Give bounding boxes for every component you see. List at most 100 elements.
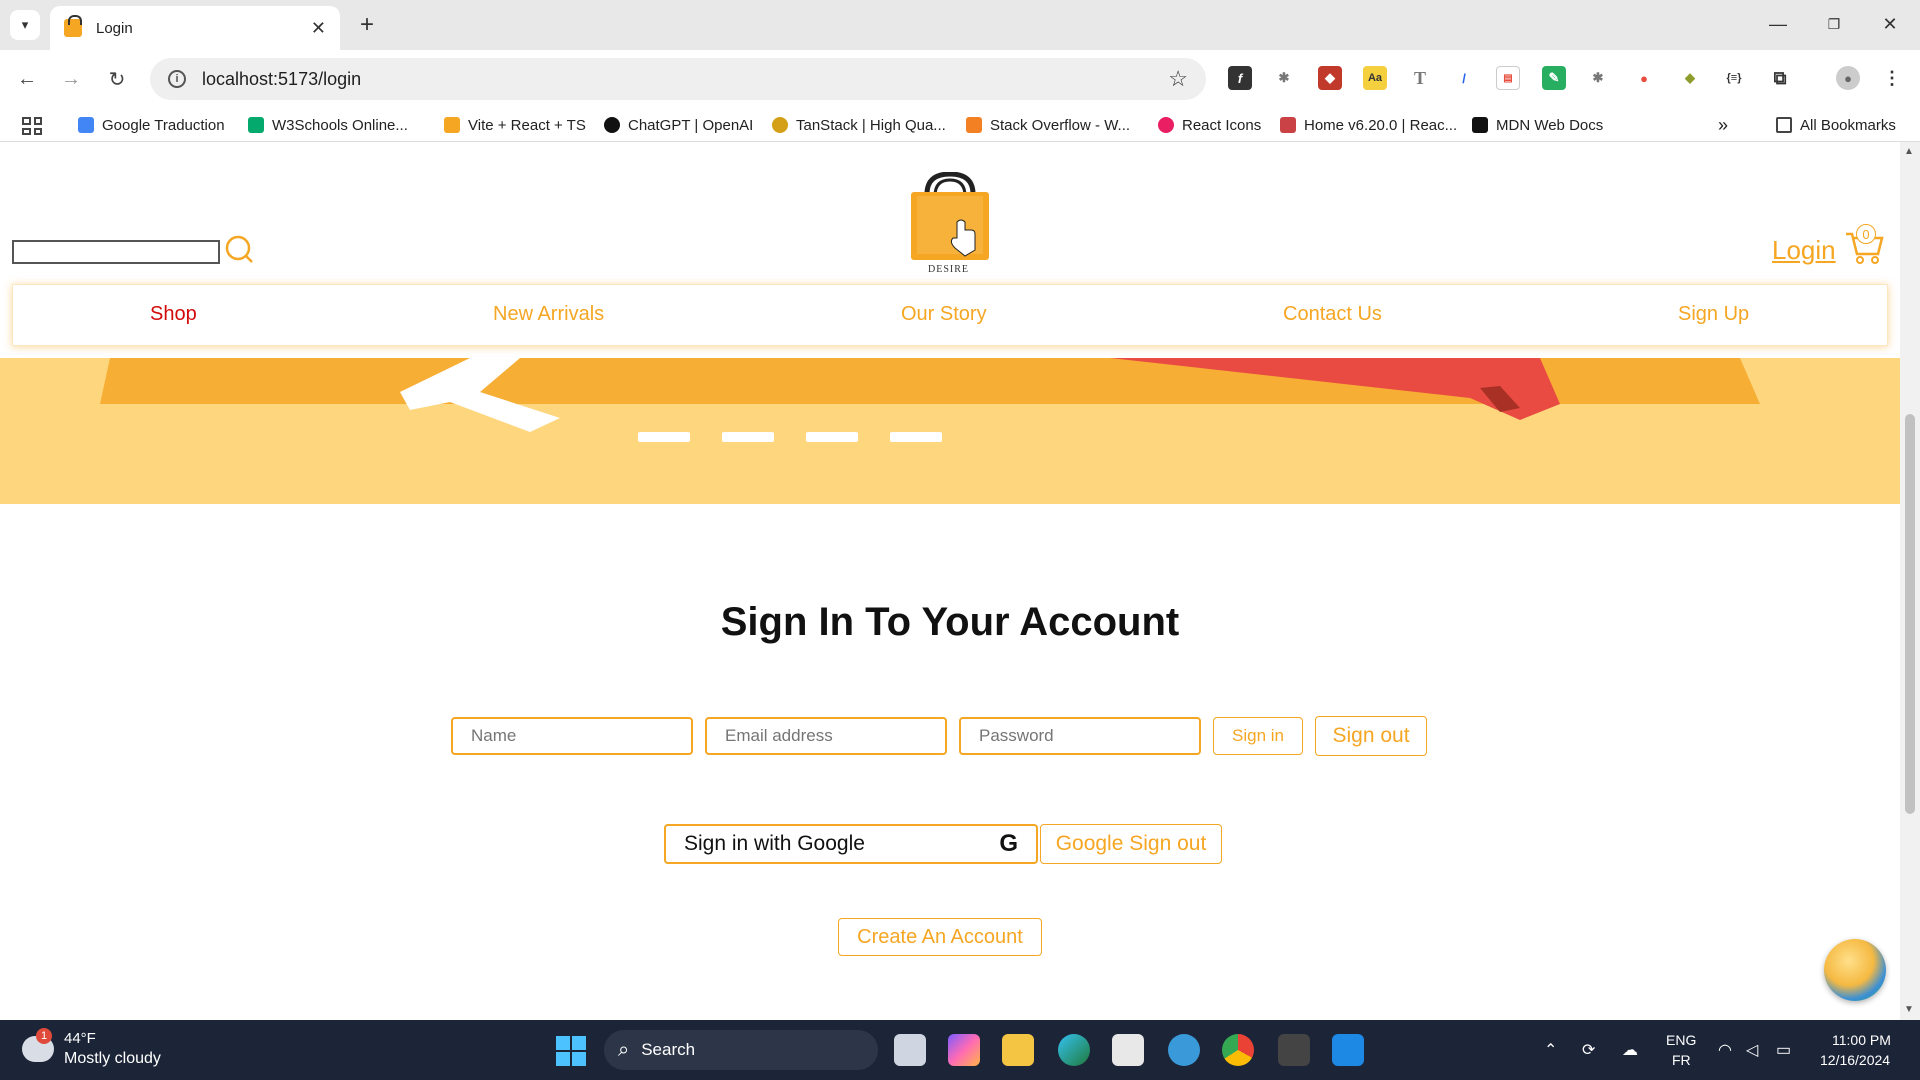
bookmark-star-icon[interactable]: ☆ <box>1168 66 1188 92</box>
sign-out-button[interactable]: Sign out <box>1315 716 1427 756</box>
all-bookmarks-button[interactable]: All Bookmarks <box>1776 114 1896 136</box>
sync-icon[interactable]: ⟳ <box>1582 1040 1595 1060</box>
microsoft-store-icon[interactable] <box>1112 1034 1144 1066</box>
bookmark-label: Vite + React + TS <box>468 116 586 134</box>
logo-text: DESIRE <box>928 264 969 275</box>
floating-assistant-icon[interactable] <box>1824 939 1886 1001</box>
email-input[interactable] <box>705 717 947 755</box>
battery-icon[interactable]: ▭ <box>1776 1040 1791 1060</box>
language-primary[interactable]: ENG <box>1666 1032 1696 1048</box>
clock-time[interactable]: 11:00 PM <box>1832 1032 1891 1048</box>
profile-avatar-icon[interactable]: ● <box>1836 66 1860 90</box>
vscode-icon[interactable] <box>1332 1034 1364 1066</box>
clock-date[interactable]: 12/16/2024 <box>1820 1052 1890 1068</box>
extensions-puzzle-icon[interactable]: ⧉ <box>1768 66 1792 90</box>
apps-grid-icon[interactable] <box>22 117 42 135</box>
new-tab-button[interactable]: + <box>352 10 382 40</box>
nav-sign-up[interactable]: Sign Up <box>1678 303 1749 326</box>
search-icon[interactable] <box>224 234 254 264</box>
password-input[interactable] <box>959 717 1201 755</box>
create-account-button[interactable]: Create An Account <box>838 918 1042 956</box>
tab-login[interactable]: Login ✕ <box>50 6 340 50</box>
page-scrollbar[interactable]: ▲ ▼ <box>1900 142 1920 1020</box>
extension-colorwheel-icon[interactable]: ● <box>1632 66 1656 90</box>
wifi-icon[interactable]: ◠ <box>1718 1040 1732 1060</box>
bookmark-google-traduction[interactable]: Google Traduction <box>78 114 225 136</box>
scroll-down-icon[interactable]: ▼ <box>1904 1004 1914 1015</box>
back-button[interactable]: ← <box>12 64 42 94</box>
google-sign-out-button[interactable]: Google Sign out <box>1040 824 1222 864</box>
tab-search-button[interactable]: ▾ <box>10 10 40 40</box>
google-sign-in-button[interactable]: Sign in with Google G <box>664 824 1038 864</box>
bookmark-label: Google Traduction <box>102 116 225 134</box>
extension-fx-icon[interactable]: f <box>1228 66 1252 90</box>
sign-in-button[interactable]: Sign in <box>1213 717 1303 755</box>
bookmark-label: React Icons <box>1182 116 1262 134</box>
bookmark-w3schools[interactable]: W3Schools Online... <box>248 114 408 136</box>
extension-text-icon[interactable]: T <box>1408 66 1432 90</box>
forward-button[interactable]: → <box>56 64 86 94</box>
carousel-dot-1[interactable] <box>638 432 690 442</box>
bookmark-stackoverflow[interactable]: Stack Overflow - W... <box>966 114 1130 136</box>
extension-bug-icon[interactable]: ✱ <box>1272 66 1296 90</box>
nav-our-story[interactable]: Our Story <box>901 303 987 326</box>
tanstack-icon <box>772 117 788 133</box>
more-bookmarks-icon[interactable]: » <box>1718 114 1728 136</box>
scrollbar-thumb[interactable] <box>1905 414 1915 814</box>
task-view-icon[interactable] <box>894 1034 926 1066</box>
minimize-button[interactable]: — <box>1756 8 1800 40</box>
carousel-dot-3[interactable] <box>806 432 858 442</box>
carousel-dot-2[interactable] <box>722 432 774 442</box>
w3schools-icon <box>248 117 264 133</box>
chevron-up-icon[interactable]: ⌃ <box>1544 1040 1557 1060</box>
onedrive-icon[interactable]: ☁ <box>1622 1040 1638 1060</box>
bookmarks-bar: Google Traduction W3Schools Online... Vi… <box>0 108 1920 142</box>
extension-calendar-icon[interactable]: ▤ <box>1496 66 1520 90</box>
scroll-up-icon[interactable]: ▲ <box>1904 146 1914 157</box>
file-explorer-icon[interactable] <box>1002 1034 1034 1066</box>
reload-button[interactable]: ↻ <box>102 64 132 94</box>
extension-bug2-icon[interactable]: ✱ <box>1586 66 1610 90</box>
bookmark-mdn[interactable]: MDN Web Docs <box>1472 114 1603 136</box>
language-secondary[interactable]: FR <box>1672 1052 1691 1068</box>
bookmark-tanstack[interactable]: TanStack | High Qua... <box>772 114 946 136</box>
react-icons-icon <box>1158 117 1174 133</box>
carousel-dot-4[interactable] <box>890 432 942 442</box>
bookmark-label: Home v6.20.0 | Reac... <box>1304 116 1458 134</box>
login-link[interactable]: Login <box>1772 235 1836 266</box>
extension-json-icon[interactable]: {≡} <box>1722 66 1746 90</box>
name-input[interactable] <box>451 717 693 755</box>
search-icon: ⌕ <box>618 1038 630 1061</box>
shopping-bag-favicon-icon <box>64 15 82 37</box>
nav-contact-us[interactable]: Contact Us <box>1283 303 1382 326</box>
google-icon: G <box>999 830 1018 857</box>
close-tab-icon[interactable]: ✕ <box>311 18 326 39</box>
bookmark-react-router[interactable]: Home v6.20.0 | Reac... <box>1280 114 1457 136</box>
bookmark-vite[interactable]: Vite + React + TS <box>444 114 586 136</box>
bookmark-react-icons[interactable]: React Icons <box>1158 114 1261 136</box>
bookmark-chatgpt[interactable]: ChatGPT | OpenAI <box>604 114 753 136</box>
taskbar-search[interactable]: ⌕ Search <box>604 1030 878 1070</box>
volume-icon[interactable]: ◁ <box>1746 1040 1758 1060</box>
extension-pen-icon[interactable]: / <box>1452 66 1476 90</box>
site-info-icon[interactable]: i <box>168 70 186 88</box>
desire-logo[interactable] <box>905 172 995 272</box>
nav-shop[interactable]: Shop <box>150 303 197 326</box>
copilot-icon[interactable] <box>948 1034 980 1066</box>
extension-red-icon[interactable]: ◆ <box>1318 66 1342 90</box>
nav-new-arrivals[interactable]: New Arrivals <box>493 303 604 326</box>
restore-button[interactable]: ❐ <box>1812 8 1856 40</box>
edge-icon[interactable] <box>1058 1034 1090 1066</box>
close-window-button[interactable]: ✕ <box>1868 8 1912 40</box>
extension-diamond-icon[interactable]: ◆ <box>1678 66 1702 90</box>
extension-color-icon[interactable]: ✎ <box>1542 66 1566 90</box>
terminal-icon[interactable] <box>1278 1034 1310 1066</box>
site-search-input[interactable] <box>12 240 220 264</box>
weather-temperature: 44°F <box>64 1030 96 1047</box>
chrome-icon[interactable] <box>1222 1034 1254 1066</box>
help-icon[interactable] <box>1168 1034 1200 1066</box>
address-bar[interactable]: i localhost:5173/login ☆ <box>150 58 1206 100</box>
browser-menu-icon[interactable]: ⋮ <box>1880 66 1904 90</box>
windows-start-icon[interactable] <box>556 1036 586 1066</box>
extension-aa-icon[interactable]: Aa <box>1363 66 1387 90</box>
